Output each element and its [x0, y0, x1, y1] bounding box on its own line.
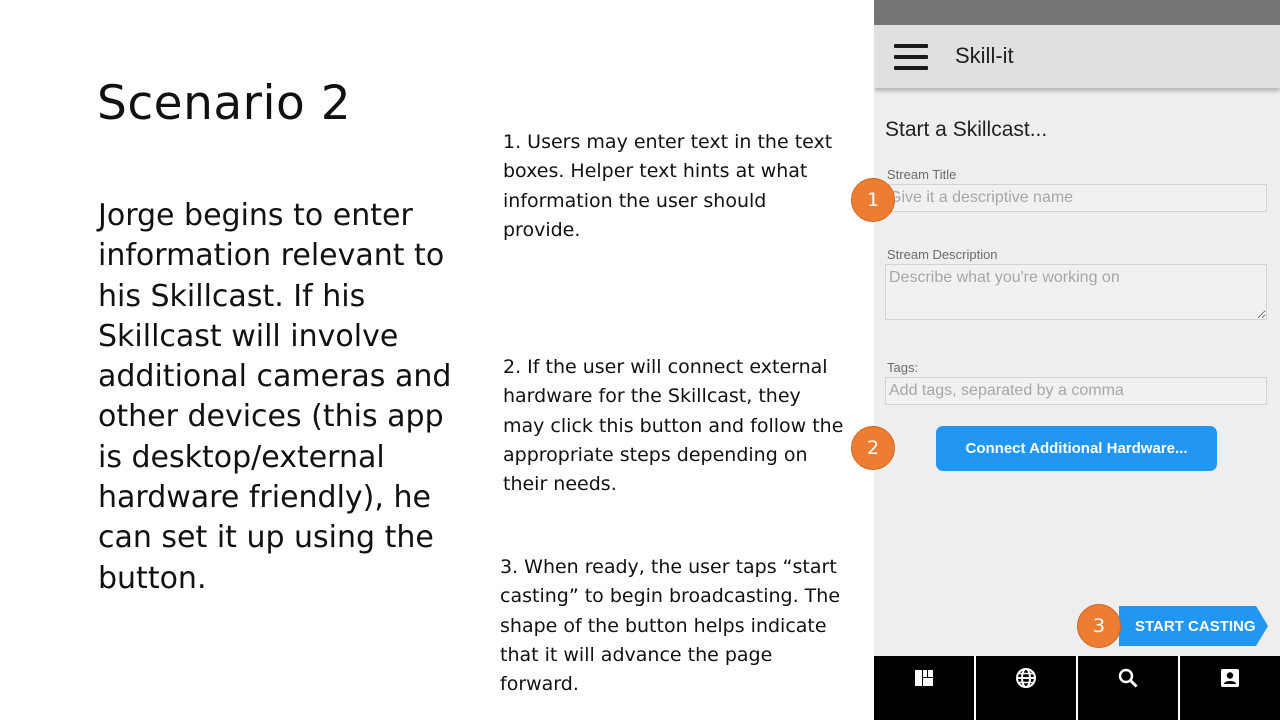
stream-description-input[interactable] — [885, 264, 1267, 320]
stream-title-input[interactable] — [885, 184, 1267, 212]
nav-item-account[interactable] — [1178, 656, 1280, 720]
status-bar — [874, 0, 1280, 25]
tags-label: Tags: — [887, 360, 919, 375]
bottom-nav — [874, 656, 1280, 720]
phone-screen: Skill-it Start a Skillcast... Stream Tit… — [874, 0, 1280, 720]
nav-item-dashboard[interactable] — [874, 656, 974, 720]
nav-item-explore[interactable] — [974, 656, 1076, 720]
annotation-note-1: 1. Users may enter text in the text boxe… — [503, 131, 833, 241]
stream-description-label: Stream Description — [887, 247, 998, 262]
app-bar: Skill-it — [874, 25, 1280, 88]
annotation-note-3: 3. When ready, the user taps “start cast… — [500, 556, 841, 696]
callout-badge-1: 1 — [851, 178, 895, 222]
slide-title: Scenario 2 — [97, 76, 352, 131]
form-heading: Start a Skillcast... — [885, 118, 1048, 141]
callout-badge-2: 2 — [851, 426, 895, 470]
search-icon — [1118, 668, 1138, 688]
start-casting-button[interactable]: START CASTING — [1119, 606, 1268, 646]
globe-icon — [1016, 668, 1036, 688]
hamburger-menu-icon[interactable] — [894, 44, 928, 70]
connect-hardware-button[interactable]: Connect Additional Hardware... — [936, 426, 1217, 471]
tags-input[interactable] — [885, 377, 1267, 405]
stream-title-label: Stream Title — [887, 167, 957, 182]
callout-badge-3: 3 — [1077, 604, 1121, 648]
app-title: Skill-it — [955, 43, 1014, 68]
annotation-note-2: 2. If the user will connect external har… — [503, 356, 844, 496]
slide-body-text: Jorge begins to enter information releva… — [98, 198, 452, 596]
account-box-icon — [1221, 669, 1239, 687]
nav-item-search[interactable] — [1076, 656, 1178, 720]
dashboard-icon — [915, 670, 933, 686]
